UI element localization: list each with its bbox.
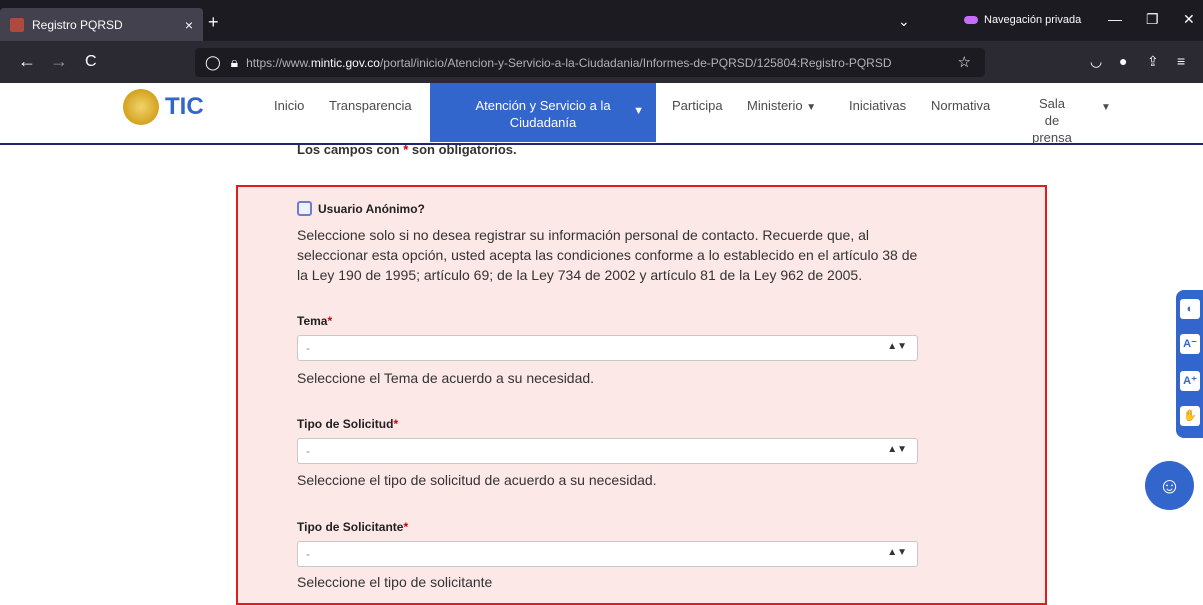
tipo-solicitante-label: Tipo de Solicitante* xyxy=(297,520,409,534)
menu-ministerio[interactable]: Ministerio ▼ xyxy=(747,98,816,113)
menu-participa[interactable]: Participa xyxy=(672,98,723,113)
sign-language-icon[interactable]: ✋ xyxy=(1180,406,1200,426)
tipo-solicitante-select[interactable]: - ▲▼ xyxy=(297,541,918,567)
pocket-icon[interactable]: ◡ xyxy=(1090,53,1102,70)
url-text[interactable]: https://www.mintic.gov.co/portal/inicio/… xyxy=(246,56,891,70)
close-window-button[interactable]: ✕ xyxy=(1183,11,1195,28)
help-chat-button[interactable]: ☺ xyxy=(1145,461,1194,510)
chevron-down-icon[interactable]: ▼ xyxy=(633,103,644,120)
back-button[interactable]: ← xyxy=(18,51,36,72)
select-arrows-icon: ▲▼ xyxy=(887,341,907,352)
accessibility-toolbar: ◐ A⁻ A⁺ ✋ xyxy=(1176,290,1203,438)
coat-of-arms-icon xyxy=(123,89,159,125)
site-logo[interactable]: TIC xyxy=(123,89,204,125)
menu-atencion[interactable]: Atención y Servicio a la Ciudadanía ▼ xyxy=(430,83,656,142)
tipo-solicitud-help: Seleccione el tipo de solicitud de acuer… xyxy=(297,472,657,488)
header-divider xyxy=(0,143,1203,145)
logo-text: TIC xyxy=(165,93,204,120)
select-arrows-icon: ▲▼ xyxy=(887,444,907,455)
menu-icon[interactable]: ≡ xyxy=(1177,53,1185,69)
menu-transparencia[interactable]: Transparencia xyxy=(329,98,412,113)
private-mask-icon xyxy=(964,16,978,24)
tema-help: Seleccione el Tema de acuerdo a su neces… xyxy=(297,370,595,386)
site-favicon-icon xyxy=(10,17,24,32)
menu-iniciativas[interactable]: Iniciativas xyxy=(849,98,906,113)
browser-tabbar: Registro PQRSD × + ⌄ Navegación privada … xyxy=(0,0,1203,41)
anonymous-user-row: Usuario Anónimo? xyxy=(297,201,425,216)
share-icon[interactable]: ⇪ xyxy=(1147,53,1159,70)
lock-icon[interactable]: 🔒︎ xyxy=(231,54,238,71)
chevron-down-icon: ▼ xyxy=(806,102,817,113)
contrast-icon[interactable]: ◐ xyxy=(1180,299,1200,319)
browser-tab[interactable]: Registro PQRSD × xyxy=(0,8,203,41)
chevron-down-icon[interactable]: ▼ xyxy=(1101,102,1111,113)
browser-navbar: ← → C ◯ 🔒︎ https://www.mintic.gov.co/por… xyxy=(0,41,1203,83)
url-bar[interactable]: ◯ 🔒︎ https://www.mintic.gov.co/portal/in… xyxy=(195,48,985,77)
pqrsd-form-panel: Usuario Anónimo? Seleccione solo si no d… xyxy=(236,185,1047,605)
tab-title: Registro PQRSD xyxy=(32,17,123,32)
account-icon[interactable]: ● xyxy=(1119,53,1127,69)
site-header: TIC Inicio Transparencia Atención y Serv… xyxy=(0,83,1203,146)
new-tab-button[interactable]: + xyxy=(208,12,219,33)
font-larger-icon[interactable]: A⁺ xyxy=(1180,371,1200,391)
star-icon[interactable]: ☆ xyxy=(958,53,971,71)
tab-close-icon[interactable]: × xyxy=(185,17,193,33)
font-smaller-icon[interactable]: A⁻ xyxy=(1180,334,1200,354)
tipo-solicitante-help: Seleccione el tipo de solicitante xyxy=(297,574,493,590)
reload-button[interactable]: C xyxy=(85,53,97,71)
minimize-button[interactable]: — xyxy=(1108,11,1122,27)
menu-sala-prensa[interactable]: Sala de prensa xyxy=(1032,95,1072,146)
anonymous-user-description: Seleccione solo si no desea registrar su… xyxy=(297,227,918,283)
menu-atencion-label: Atención y Servicio a la Ciudadanía xyxy=(475,98,611,130)
anonymous-user-label[interactable]: Usuario Anónimo? xyxy=(318,202,425,216)
menu-inicio[interactable]: Inicio xyxy=(274,98,304,113)
forward-button[interactable]: → xyxy=(50,51,68,72)
maximize-button[interactable]: ❐ xyxy=(1146,11,1159,28)
tema-select[interactable]: - ▲▼ xyxy=(297,335,918,361)
menu-normativa[interactable]: Normativa xyxy=(931,98,990,113)
required-fields-note: Los campos con * son obligatorios. xyxy=(297,142,517,157)
shield-icon[interactable]: ◯ xyxy=(205,54,221,71)
private-browsing-indicator: Navegación privada xyxy=(964,14,1081,26)
anonymous-user-checkbox[interactable] xyxy=(297,201,312,216)
tipo-solicitud-select[interactable]: - ▲▼ xyxy=(297,438,918,464)
list-tabs-icon[interactable]: ⌄ xyxy=(898,13,910,30)
private-label: Navegación privada xyxy=(984,14,1082,26)
select-arrows-icon: ▲▼ xyxy=(887,547,907,558)
tema-label: Tema* xyxy=(297,314,333,328)
tipo-solicitud-label: Tipo de Solicitud* xyxy=(297,417,399,431)
